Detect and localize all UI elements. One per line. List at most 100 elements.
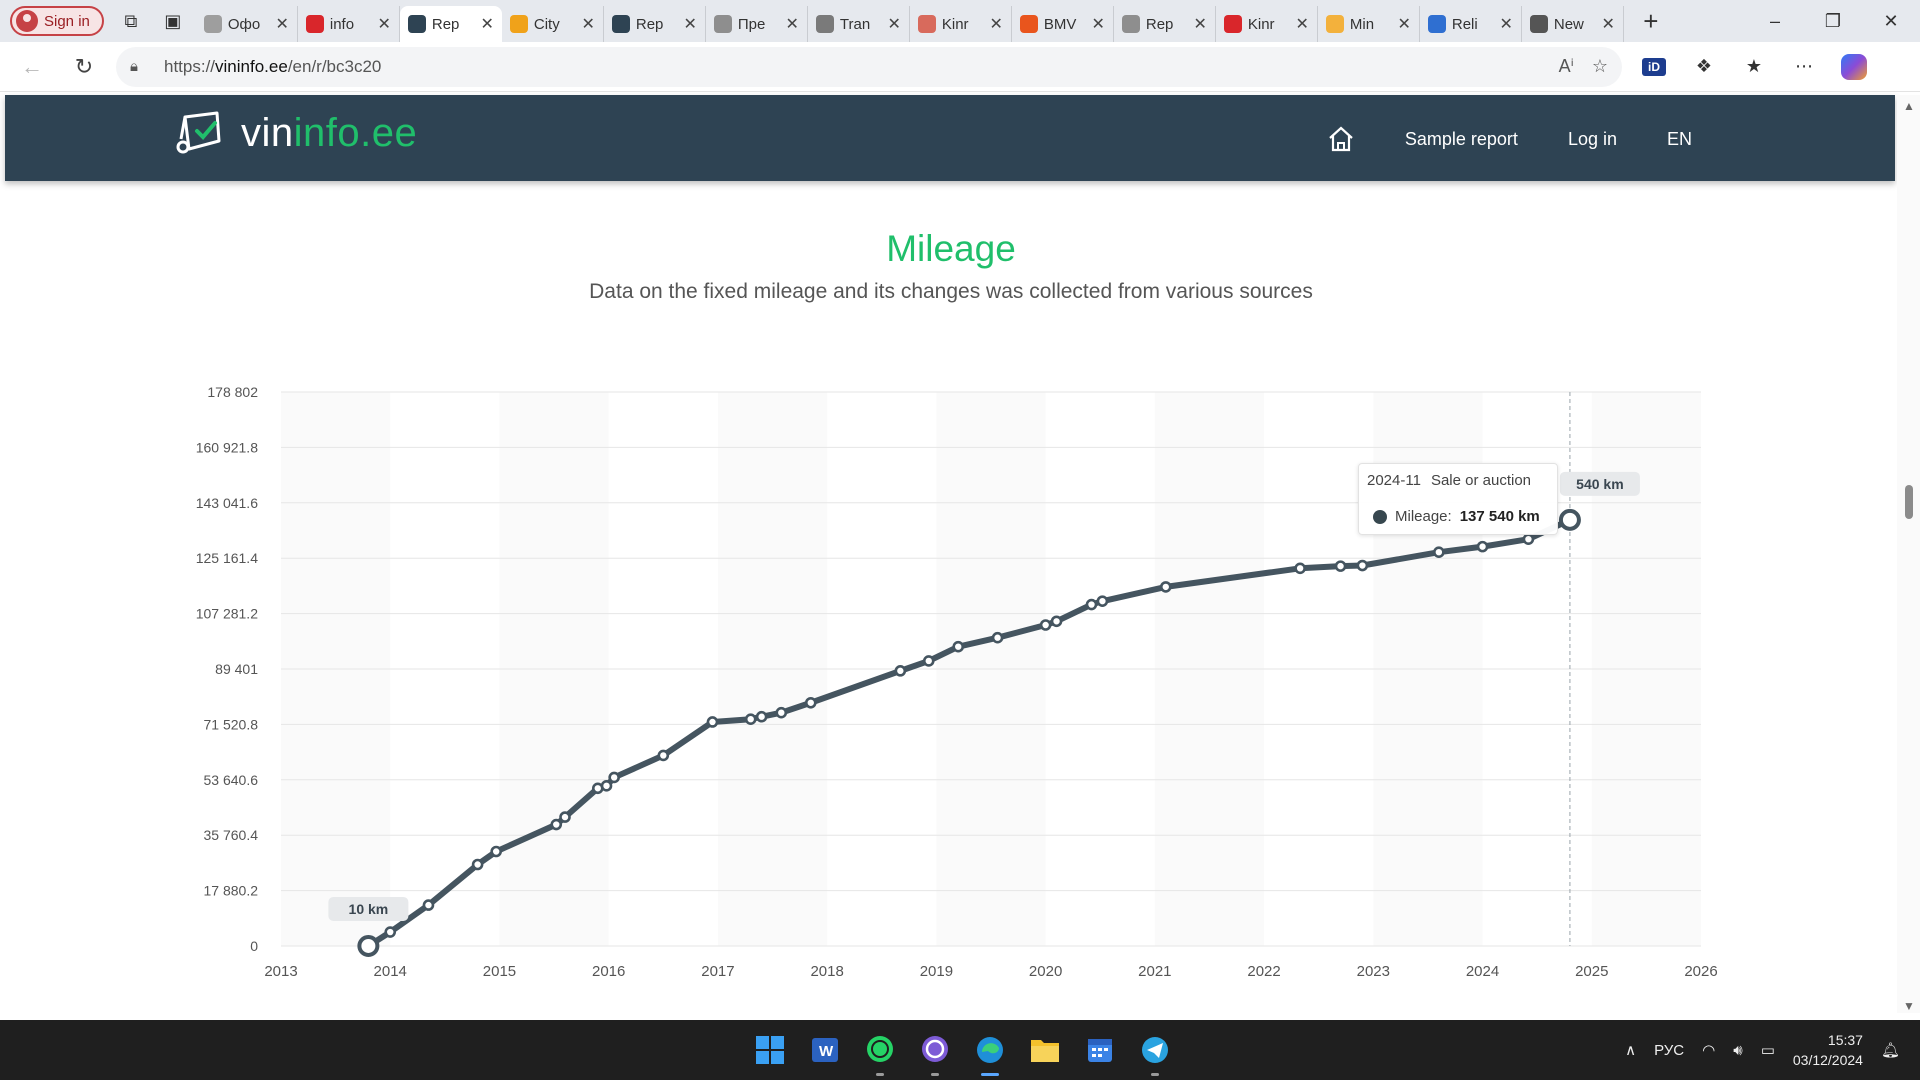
refresh-button[interactable]: ↻: [64, 47, 104, 87]
restore-button[interactable]: ❐: [1804, 0, 1862, 42]
browser-tab[interactable]: BMV ✕: [1012, 6, 1114, 42]
data-point: [1159, 581, 1172, 593]
scroll-up-arrow-icon[interactable]: ▲: [1903, 99, 1915, 113]
calendar-app-icon[interactable]: [1080, 1030, 1120, 1070]
running-indicator: [876, 1073, 884, 1076]
logo-car-icon: [176, 111, 221, 154]
toolbar-right: iD ❖ ★ ⋯: [1636, 49, 1872, 85]
notifications-bell-icon[interactable]: 🔔︎: [1881, 1041, 1900, 1059]
scroll-down-arrow-icon[interactable]: ▼: [1903, 999, 1915, 1013]
data-point: [657, 749, 670, 762]
minimize-button[interactable]: –: [1746, 0, 1804, 42]
x-tick-label: 2025: [1575, 963, 1608, 980]
series-dot-icon: [1373, 509, 1387, 524]
language-switch[interactable]: EN: [1667, 129, 1692, 150]
favorite-star-icon[interactable]: ☆: [1592, 56, 1608, 77]
x-tick-label: 2016: [592, 963, 625, 980]
tab-favicon-icon: [1427, 15, 1446, 33]
copilot-icon[interactable]: [1841, 53, 1867, 80]
profile-sign-in-button[interactable]: Sign in: [10, 6, 104, 36]
whatsapp-icon[interactable]: [860, 1030, 900, 1076]
workspaces-icon[interactable]: ⧉: [116, 6, 146, 36]
chart-tooltip: 2024-11 Sale or auction Mileage: 137 540 …: [1358, 463, 1558, 535]
login-link[interactable]: Log in: [1568, 129, 1617, 150]
browser-tab[interactable]: Rep ✕: [604, 6, 706, 42]
data-point: [490, 845, 502, 858]
clock[interactable]: 15:37 03/12/2024: [1793, 1030, 1863, 1070]
browser-tab[interactable]: Пре ✕: [706, 6, 808, 42]
tab-close-icon[interactable]: ✕: [1499, 14, 1512, 34]
browser-tab[interactable]: Reli ✕: [1420, 6, 1522, 42]
input-language[interactable]: РУС: [1654, 1042, 1684, 1059]
tab-close-icon[interactable]: ✕: [1295, 14, 1308, 34]
data-point: [559, 811, 571, 823]
sample-report-link[interactable]: Sample report: [1405, 129, 1518, 150]
word-icon[interactable]: W: [805, 1030, 845, 1070]
back-button[interactable]: ←: [12, 47, 52, 87]
tab-close-icon[interactable]: ✕: [377, 14, 390, 34]
tab-favicon-icon: [1223, 15, 1242, 33]
favorites-icon[interactable]: ★: [1736, 49, 1772, 85]
tab-favicon-icon: [917, 15, 936, 33]
tab-actions-icon[interactable]: ▣: [158, 6, 188, 36]
browser-tab[interactable]: Kinr ✕: [910, 6, 1012, 42]
tab-title: Reli: [1451, 15, 1478, 33]
browser-tab[interactable]: Rep ✕: [1114, 6, 1216, 42]
volume-icon[interactable]: 🔊︎: [1733, 1042, 1742, 1059]
tab-close-icon[interactable]: ✕: [1601, 14, 1614, 34]
lock-icon: 🔒︎: [130, 58, 138, 75]
telegram-icon[interactable]: [1135, 1030, 1175, 1076]
start-icon[interactable]: [750, 1030, 790, 1070]
home-icon[interactable]: [1327, 125, 1355, 153]
browser-tab[interactable]: Офо ✕: [196, 6, 298, 42]
tab-close-icon[interactable]: ✕: [989, 14, 1002, 34]
close-window-button[interactable]: ✕: [1862, 0, 1920, 42]
more-menu-icon[interactable]: ⋯: [1786, 49, 1822, 85]
data-point: [1085, 598, 1098, 611]
tab-close-icon[interactable]: ✕: [1397, 14, 1410, 34]
data-point: [1096, 595, 1109, 607]
tab-close-icon[interactable]: ✕: [785, 14, 798, 34]
file-explorer-icon[interactable]: [1025, 1030, 1065, 1070]
tab-close-icon[interactable]: ✕: [1091, 14, 1104, 34]
tab-title: BMV: [1043, 15, 1077, 33]
tab-close-icon[interactable]: ✕: [887, 14, 900, 34]
tab-close-icon[interactable]: ✕: [1193, 14, 1206, 34]
data-point: [600, 780, 613, 792]
wifi-icon[interactable]: ◠: [1702, 1041, 1715, 1059]
battery-icon[interactable]: ▭: [1761, 1041, 1775, 1059]
extensions-icon[interactable]: ❖: [1686, 49, 1722, 85]
y-tick-label: 0: [250, 938, 258, 954]
tab-close-icon[interactable]: ✕: [683, 14, 696, 34]
tab-title: Tran: [839, 15, 871, 33]
read-aloud-icon[interactable]: Aⁱ: [1559, 56, 1574, 77]
browser-tab[interactable]: Rep ✕: [399, 6, 502, 42]
site-logo[interactable]: vininfo.ee: [175, 109, 417, 157]
browser-tab[interactable]: New ✕: [1522, 6, 1624, 42]
data-point: [550, 818, 563, 831]
data-point: [422, 899, 435, 911]
browser-tab[interactable]: Tran ✕: [808, 6, 910, 42]
tooltip-value: 137 540 km: [1459, 508, 1540, 525]
tab-close-icon[interactable]: ✕: [480, 14, 493, 34]
viber-icon[interactable]: [915, 1030, 955, 1076]
id-extension-icon[interactable]: iD: [1642, 57, 1666, 76]
browser-tab[interactable]: Min ✕: [1318, 6, 1420, 42]
tab-close-icon[interactable]: ✕: [581, 14, 594, 34]
tab-close-icon[interactable]: ✕: [275, 14, 288, 34]
browser-tab[interactable]: City ✕: [502, 6, 604, 42]
tray-overflow-chevron-icon[interactable]: ∧: [1625, 1041, 1636, 1059]
browser-tab[interactable]: info ✕: [298, 6, 400, 42]
y-tick-label: 160 921.8: [196, 439, 258, 455]
url-text[interactable]: https://vininfo.ee/en/r/bc3c20: [164, 57, 1541, 77]
y-tick-label: 143 041.6: [196, 495, 258, 511]
new-tab-button[interactable]: +: [1634, 4, 1668, 38]
browser-tab[interactable]: Kinr ✕: [1216, 6, 1318, 42]
data-point: [952, 640, 965, 653]
edge-icon[interactable]: [970, 1030, 1010, 1076]
address-bar[interactable]: 🔒︎ https://vininfo.ee/en/r/bc3c20 Aⁱ ☆: [116, 46, 1622, 87]
x-tick-label: 2019: [920, 963, 953, 980]
x-tick-label: 2015: [483, 963, 516, 980]
data-point: [744, 713, 757, 725]
scroll-thumb[interactable]: [1905, 485, 1913, 519]
